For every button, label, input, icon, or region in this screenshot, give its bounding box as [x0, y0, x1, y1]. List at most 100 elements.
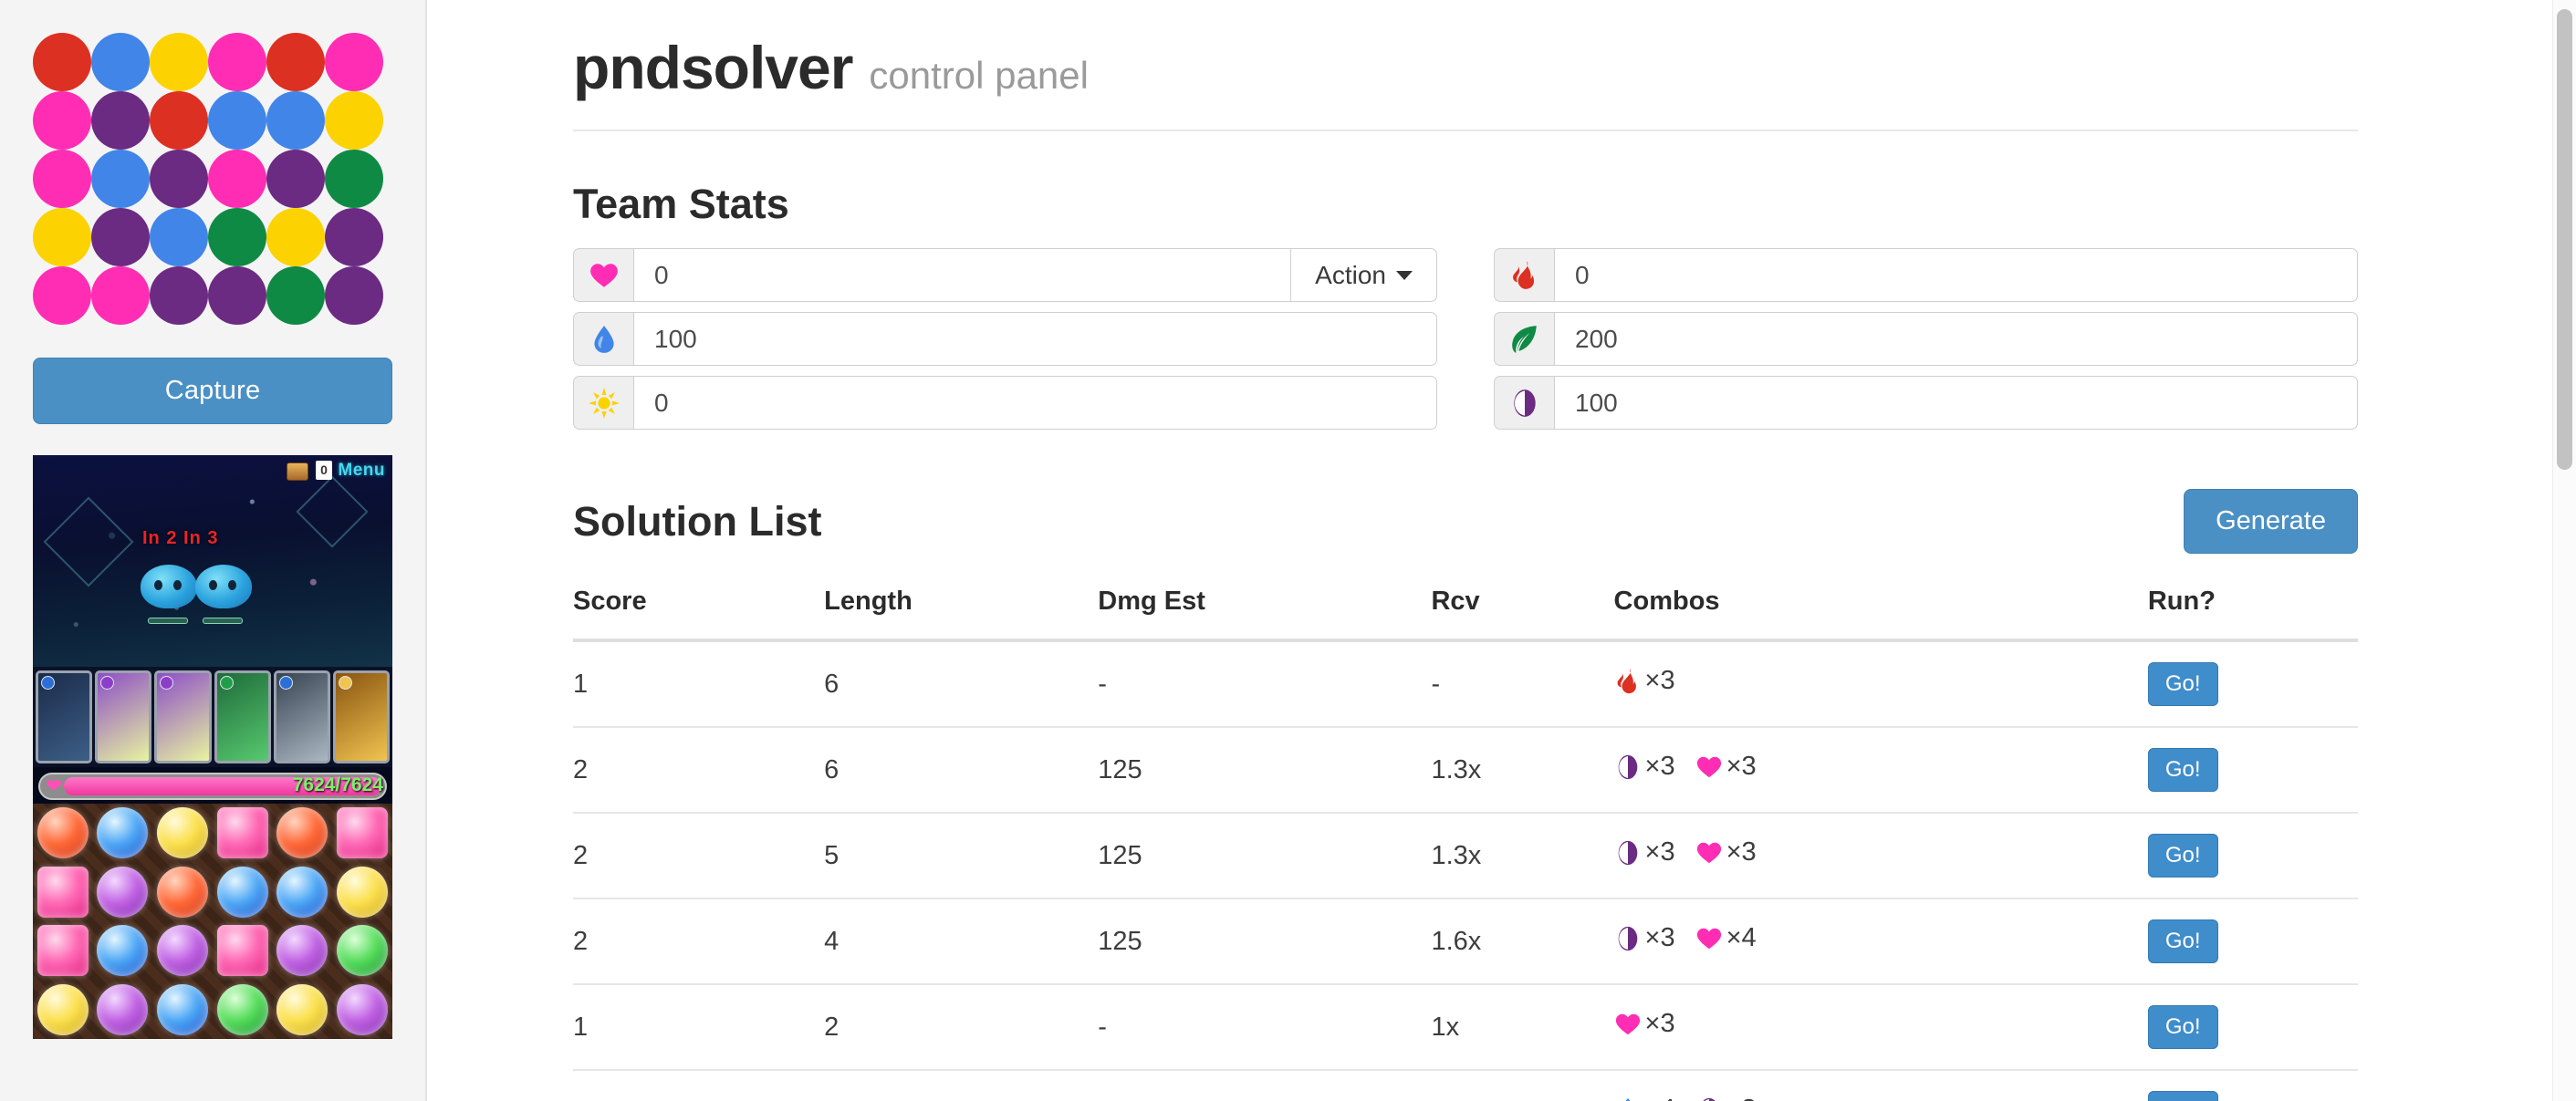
- detected-orb[interactable]: [91, 208, 150, 266]
- team-stats-left-column: 0 Action 100 0: [573, 248, 1437, 440]
- column-header-run[interactable]: Run?: [2147, 574, 2358, 642]
- fire-flame-icon: [1494, 248, 1554, 302]
- game-orb: [273, 804, 333, 863]
- detected-orb[interactable]: [33, 208, 91, 266]
- solution-run-cell: Go!: [2147, 984, 2358, 1071]
- detected-orb[interactable]: [208, 91, 266, 150]
- solution-rcv: -: [1431, 1070, 1614, 1101]
- go-button[interactable]: Go!: [2147, 748, 2218, 792]
- heart-icon: [1695, 753, 1723, 781]
- solution-run-cell: Go!: [2147, 898, 2358, 985]
- go-button[interactable]: Go!: [2147, 1091, 2218, 1101]
- detected-orb[interactable]: [91, 91, 150, 150]
- detected-orb[interactable]: [266, 150, 325, 208]
- combo-count: ×3: [1644, 666, 1675, 696]
- stat-value-input[interactable]: 100: [633, 312, 1437, 366]
- detected-orb[interactable]: [150, 266, 208, 325]
- detected-orb[interactable]: [33, 91, 91, 150]
- game-orb: [93, 804, 153, 863]
- detected-orb[interactable]: [150, 33, 208, 91]
- game-orb: [273, 981, 333, 1040]
- detected-orb[interactable]: [266, 208, 325, 266]
- capture-button[interactable]: Capture: [33, 358, 392, 424]
- game-menu-label: Menu: [338, 461, 385, 480]
- solution-score: 1: [573, 984, 825, 1071]
- solution-length: 5: [824, 813, 1099, 899]
- detected-orb[interactable]: [266, 33, 325, 91]
- solution-combos: ×3: [1613, 984, 2148, 1071]
- detected-orb[interactable]: [208, 208, 266, 266]
- team-member: [95, 670, 152, 763]
- stat-value-input[interactable]: 0: [1554, 248, 2358, 302]
- enemy-slime-2: [195, 565, 252, 608]
- detected-orb[interactable]: [91, 33, 150, 91]
- game-orb: [332, 921, 392, 981]
- solution-rcv: 1.3x: [1431, 813, 1614, 899]
- stat-value-input[interactable]: 100: [1554, 376, 2358, 430]
- detected-orb[interactable]: [325, 208, 383, 266]
- scrollbar-thumb[interactable]: [2557, 9, 2572, 470]
- detected-orb[interactable]: [33, 266, 91, 325]
- solution-run-cell: Go!: [2147, 813, 2358, 899]
- detected-orb[interactable]: [91, 150, 150, 208]
- chest-icon: [287, 462, 308, 481]
- detected-orb[interactable]: [208, 33, 266, 91]
- detected-orb[interactable]: [150, 208, 208, 266]
- detected-orb[interactable]: [208, 150, 266, 208]
- game-background: [33, 455, 392, 667]
- go-button[interactable]: Go!: [2147, 919, 2218, 963]
- column-header-dmg-est[interactable]: Dmg Est: [1098, 574, 1432, 642]
- detected-orb[interactable]: [325, 266, 383, 325]
- go-button[interactable]: Go!: [2147, 1005, 2218, 1049]
- game-capture-preview[interactable]: 0 Menu In 2 In 3 ❤ 7624/7624: [33, 455, 392, 1039]
- detected-orb[interactable]: [150, 150, 208, 208]
- combo-count: ×3: [1644, 752, 1675, 782]
- solution-dmg-est: -: [1098, 984, 1432, 1071]
- column-header-combos[interactable]: Combos: [1613, 574, 2148, 642]
- action-dropdown-button[interactable]: Action: [1290, 248, 1437, 302]
- chevron-down-icon: [1396, 270, 1413, 280]
- solution-combos: ×3 ×4: [1613, 898, 2148, 985]
- column-header-rcv[interactable]: Rcv: [1431, 574, 1614, 642]
- game-orb: [93, 921, 153, 981]
- table-row: 2 6 125 1.3x ×3 ×3 Go!: [573, 727, 2358, 814]
- detected-orb[interactable]: [325, 91, 383, 150]
- combo-count: ×3: [1644, 1009, 1675, 1039]
- team-stats-heading: Team Stats: [573, 181, 789, 227]
- page-subtitle: control panel: [869, 54, 1089, 97]
- team-stats-form: 0 Action 100 0 0 200 100: [573, 248, 2358, 440]
- solution-score: 2: [573, 1070, 825, 1101]
- game-orb: [152, 804, 213, 863]
- detected-orb[interactable]: [33, 150, 91, 208]
- column-header-score[interactable]: Score: [573, 574, 825, 642]
- go-button[interactable]: Go!: [2147, 834, 2218, 878]
- detected-orb[interactable]: [150, 91, 208, 150]
- page-scrollbar[interactable]: [2552, 0, 2576, 1101]
- detected-orb[interactable]: [33, 33, 91, 91]
- solution-score: 2: [573, 727, 825, 814]
- detected-orb[interactable]: [91, 266, 150, 325]
- solution-table: Score Length Dmg Est Rcv Combos Run? 16-…: [573, 574, 2358, 1101]
- solution-length: 5: [824, 1070, 1099, 1101]
- stat-input-group: 0: [573, 376, 1437, 430]
- game-orb: [273, 863, 333, 922]
- generate-button[interactable]: Generate: [2184, 489, 2358, 554]
- combo-count: ×3: [1726, 837, 1757, 867]
- detected-orb[interactable]: [266, 266, 325, 325]
- stat-input-group: 200: [1494, 312, 2358, 366]
- table-row: 2 4 125 1.6x ×3 ×4 Go!: [573, 898, 2358, 985]
- detected-orb[interactable]: [325, 150, 383, 208]
- detected-orb[interactable]: [266, 91, 325, 150]
- column-header-length[interactable]: Length: [824, 574, 1099, 642]
- go-button[interactable]: Go!: [2147, 662, 2218, 706]
- combo-count: ×3: [1644, 837, 1675, 867]
- stat-value-input[interactable]: 0: [633, 248, 1291, 302]
- detected-orb[interactable]: [208, 266, 266, 325]
- detected-orb[interactable]: [325, 33, 383, 91]
- combo-count: ×3: [1726, 1095, 1757, 1101]
- stat-value-input[interactable]: 0: [633, 376, 1437, 430]
- combo-count: ×4: [1645, 1095, 1675, 1101]
- stat-value-input[interactable]: 200: [1554, 312, 2358, 366]
- turn-indicator: In 2 In 3: [142, 528, 219, 548]
- heart-icon: [1614, 1011, 1642, 1038]
